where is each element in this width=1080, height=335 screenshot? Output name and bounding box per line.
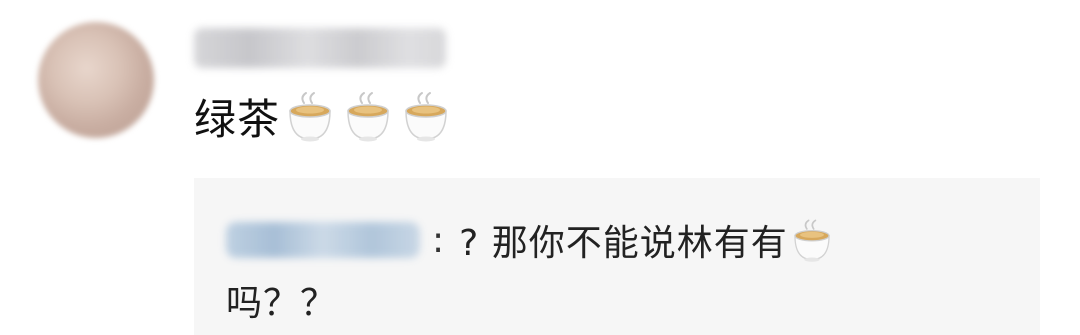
username-blurred[interactable] [194, 28, 446, 68]
emoji-group [282, 89, 456, 143]
reply-username-blurred[interactable] [226, 222, 420, 258]
comment-text: 绿茶 [194, 94, 281, 144]
teacup-icon [405, 92, 447, 142]
reply-line-2: 吗？？ [226, 274, 337, 326]
reply-line-1: : ? 那你不能说林有有 [432, 214, 838, 266]
teacup-icon [289, 92, 331, 142]
reply-separator: : [432, 219, 446, 261]
comment-content: 绿茶 [194, 86, 456, 146]
reply-box[interactable]: : ? 那你不能说林有有 吗？？ [194, 178, 1040, 335]
teacup-icon [347, 92, 389, 142]
teacup-icon [794, 219, 830, 262]
avatar[interactable] [38, 22, 154, 138]
comment-item: 绿茶: ? 那你不能说林有有 吗？？ [0, 0, 1080, 335]
reply-text-1: ? 那你不能说林有有 [459, 223, 788, 264]
reply-text-2: 吗？？ [226, 283, 338, 324]
